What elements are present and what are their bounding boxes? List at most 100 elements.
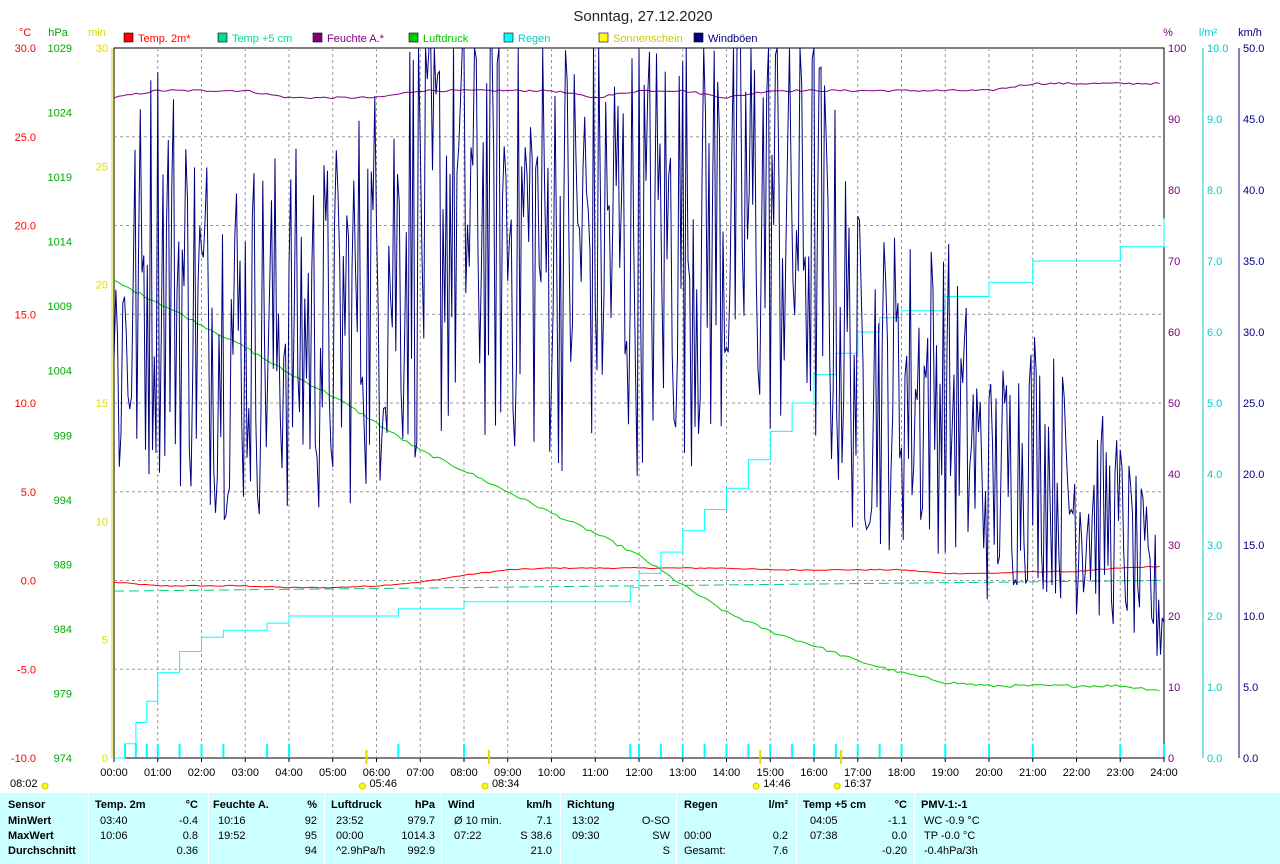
x-tick-label: 05:00 — [319, 767, 347, 779]
wind-axis-tick-label: 35.0 — [1243, 256, 1264, 268]
stats-row-3-pressure-value: 992.9 — [407, 845, 435, 857]
rain-axis-tick-label: 6.0 — [1207, 327, 1222, 339]
stats-row-2-pressure-value: 1014.3 — [401, 830, 435, 842]
column-separator — [441, 793, 442, 864]
x-tick-label: 20:00 — [975, 767, 1003, 779]
sunshine-axis-tick-label: 10 — [96, 516, 108, 528]
stats-row-2-pressure-time: 00:00 — [336, 830, 364, 842]
pressure-axis-tick-label: 989 — [54, 559, 72, 571]
temp-axis-tick-label: -10.0 — [11, 753, 36, 765]
stats-row-3-humidity-value: 94 — [304, 845, 317, 857]
temp-axis-tick-label: 0.0 — [21, 576, 36, 588]
wind-axis-tick-label: 40.0 — [1243, 185, 1264, 197]
x-tick-label: 03:00 — [231, 767, 259, 779]
stats-row-2-rain-value: 0.2 — [772, 830, 788, 842]
wind-axis-tick-label: 5.0 — [1243, 682, 1258, 694]
sun-icon — [833, 782, 841, 790]
sunshine-axis-tick-label: 15 — [96, 398, 108, 410]
stats-row-2-wind-value: S 38.6 — [520, 830, 552, 842]
pressure-axis-tick-label: 999 — [54, 430, 72, 442]
x-tick-label: 24:00 — [1150, 767, 1178, 779]
stats-row-1-temp-value: -0.4 — [179, 815, 198, 827]
humidity-axis-tick-label: 30 — [1168, 540, 1180, 552]
temp-axis-tick-label: 25.0 — [15, 132, 36, 144]
temp-axis-unit-label: °C — [19, 27, 31, 39]
pressure-axis-tick-label: 979 — [54, 688, 72, 700]
stats-row-3-pmv-value: -0.4hPa/3h — [924, 845, 978, 857]
stats-row-1-pmv-value: WC -0.9 °C — [924, 815, 980, 827]
humidity-axis-tick-label: 70 — [1168, 256, 1180, 268]
stats-header-wind: Wind — [448, 799, 475, 811]
humidity-axis-tick-label: 90 — [1168, 114, 1180, 126]
sun-icon — [752, 782, 760, 790]
x-tick-label: 08:00 — [450, 767, 478, 779]
rain-axis-tick-label: 8.0 — [1207, 185, 1222, 197]
rain-axis-tick-label: 2.0 — [1207, 611, 1222, 623]
x-tick-label: 18:00 — [888, 767, 916, 779]
pressure-axis-tick-label: 1009 — [48, 301, 72, 313]
stats-row-2-wind-time: 07:22 — [454, 830, 482, 842]
humidity-axis-unit-label: % — [1163, 27, 1173, 39]
column-separator — [88, 793, 89, 864]
column-separator — [324, 793, 325, 864]
wind-axis-unit-label: km/h — [1238, 27, 1262, 39]
stats-row-3-rain-time: Gesamt: — [684, 845, 726, 857]
chart-title: Sonntag, 27.12.2020 — [573, 8, 712, 25]
sunshine-axis-tick-label: 30 — [96, 43, 108, 55]
stats-row-2-temp5-value: 0.0 — [891, 830, 907, 842]
stats-row-2-humidity-time: 19:52 — [218, 830, 246, 842]
legend-swatch — [503, 32, 514, 43]
stats-row-2-humidity-value: 95 — [304, 830, 317, 842]
humidity-axis-tick-label: 50 — [1168, 398, 1180, 410]
pressure-axis-tick-label: 1014 — [48, 237, 72, 249]
stats-header-rain-unit: l/m² — [768, 799, 788, 811]
weather-chart: 30.025.020.015.010.05.00.0-5.0-10.0°C102… — [0, 0, 1280, 793]
humidity-axis-tick-label: 100 — [1168, 43, 1186, 55]
rain-axis-unit-label: l/m² — [1199, 27, 1218, 39]
pressure-axis-tick-label: 1024 — [48, 108, 72, 120]
humidity-axis-tick-label: 80 — [1168, 185, 1180, 197]
stats-row-1-pressure-time: 23:52 — [336, 815, 364, 827]
wind-axis-tick-label: 15.0 — [1243, 540, 1264, 552]
temp-axis-tick-label: -5.0 — [17, 664, 36, 676]
legend-label: Sonnenschein — [613, 33, 683, 45]
sun-marker-label: 08:34 — [492, 778, 520, 790]
pressure-axis-tick-label: 974 — [54, 753, 72, 765]
stats-header-direction: Richtung — [567, 799, 615, 811]
stats-row-1-direction-value: O-SO — [641, 815, 670, 827]
legend-label: Feuchte A.* — [327, 33, 385, 45]
x-tick-label: 00:00 — [100, 767, 128, 779]
humidity-axis-tick-label: 60 — [1168, 327, 1180, 339]
x-tick-label: 01:00 — [144, 767, 172, 779]
legend-label: Luftdruck — [423, 33, 469, 45]
rain-axis-tick-label: 5.0 — [1207, 398, 1222, 410]
stats-header-temp-unit: °C — [185, 799, 198, 811]
legend-label: Temp +5 cm — [232, 33, 292, 45]
x-tick-label: 23:00 — [1106, 767, 1134, 779]
humidity-axis-tick-label: 40 — [1168, 469, 1180, 481]
stats-row-2-temp-value: 0.8 — [182, 830, 198, 842]
legend-swatch — [312, 32, 323, 43]
sunshine-axis-tick-label: 20 — [96, 280, 108, 292]
x-tick-label: 14:00 — [713, 767, 741, 779]
x-tick-label: 12:00 — [625, 767, 653, 779]
x-tick-label: 10:00 — [538, 767, 566, 779]
pressure-axis-tick-label: 1029 — [48, 43, 72, 55]
sunshine-axis-unit-label: min — [88, 27, 106, 39]
legend-swatch — [598, 32, 609, 43]
column-separator — [208, 793, 209, 864]
x-tick-label: 04:00 — [275, 767, 303, 779]
temp-axis-tick-label: 30.0 — [15, 43, 36, 55]
x-tick-label: 11:00 — [582, 767, 609, 779]
stats-header-pressure-unit: hPa — [414, 799, 435, 811]
stats-row-2-label: MaxWert — [8, 830, 54, 842]
stats-row-3-label: Durchschnitt — [8, 845, 76, 857]
stats-header-temp5-unit: °C — [894, 799, 907, 811]
sun-marker-label: 14:46 — [763, 778, 791, 790]
rain-axis-tick-label: 3.0 — [1207, 540, 1222, 552]
stats-row-1-label: MinWert — [8, 815, 52, 827]
rain-axis-tick-label: 7.0 — [1207, 256, 1222, 268]
humidity-axis-tick-label: 0 — [1168, 753, 1174, 765]
sunshine-axis-tick-label: 25 — [96, 161, 108, 173]
sunshine-axis-tick-label: 0 — [102, 753, 108, 765]
